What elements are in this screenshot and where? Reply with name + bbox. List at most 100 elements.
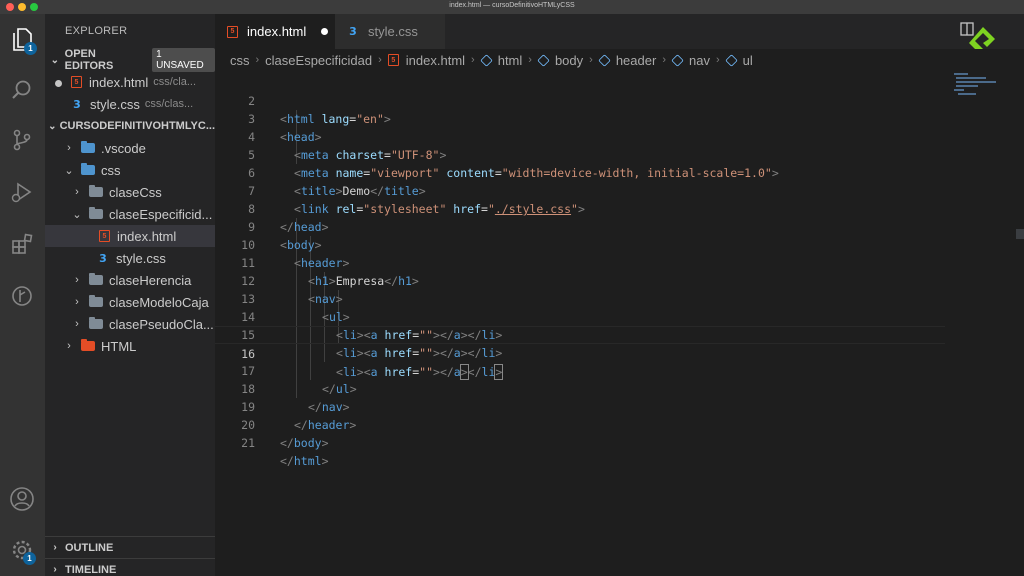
code-line: 2 <html lang="en"> — [215, 74, 945, 126]
tree-item-label: claseEspecificid... — [109, 206, 213, 222]
breadcrumb-item[interactable]: claseEspecificidad — [265, 53, 372, 68]
outline-section[interactable]: › OUTLINE — [45, 536, 215, 558]
tree-item-clasemodelocaja[interactable]: › claseModeloCaja — [45, 291, 215, 313]
tree-item-css[interactable]: ⌄ css — [45, 159, 215, 181]
tree-item-clasepseudoclases[interactable]: › clasePseudoCla... — [45, 313, 215, 335]
chevron-right-icon: › — [67, 340, 71, 352]
element-icon — [598, 53, 611, 67]
outline-label: OUTLINE — [65, 541, 114, 554]
element-icon — [479, 53, 493, 67]
open-editor-item[interactable]: 3 style.css css/clas... — [45, 93, 215, 115]
code-line-current: 16 <li><a href=""></a></li> — [215, 326, 945, 380]
tree-item-claseespecificidad[interactable]: ⌄ claseEspecificid... — [45, 203, 215, 225]
chevron-down-icon: ⌄ — [48, 120, 57, 132]
tree-item-clasecss[interactable]: › claseCss — [45, 181, 215, 203]
folder-icon — [89, 273, 103, 285]
extensions-icon[interactable] — [8, 230, 36, 258]
code-line: 4 <meta charset="UTF-8"> — [215, 110, 945, 162]
css-file-icon: 3 — [99, 251, 107, 265]
element-icon — [671, 53, 684, 67]
files-icon[interactable]: 1 — [8, 26, 37, 55]
chevron-right-icon: › — [528, 54, 532, 66]
breadcrumb-item[interactable]: index.html — [406, 53, 465, 68]
code-editor[interactable]: 2 <html lang="en"> 3 <head> 4 <meta char… — [215, 71, 1024, 576]
breadcrumb-item[interactable]: ul — [743, 53, 753, 68]
search-icon[interactable] — [8, 76, 36, 104]
chevron-right-icon: › — [53, 564, 57, 575]
open-editor-item[interactable]: 5 index.html css/cla... — [45, 71, 215, 93]
code-line: 21 </html> — [215, 416, 945, 468]
tree-item-label: HTML — [101, 338, 137, 354]
chevron-down-icon: ⌄ — [50, 54, 60, 66]
code-line: 17 </ul> — [215, 344, 945, 396]
tab-style-css[interactable]: 3 style.css — [335, 14, 445, 49]
tab-label: index.html — [247, 24, 307, 39]
code-line: 13 <ul> — [215, 272, 945, 324]
chevron-right-icon: › — [378, 54, 382, 66]
vertical-scrollbar[interactable] — [1016, 229, 1024, 239]
account-icon[interactable] — [8, 485, 36, 513]
code-line: 18 </nav> — [215, 362, 945, 414]
html-file-icon: 5 — [71, 76, 82, 88]
explorer-title: EXPLORER — [65, 25, 128, 37]
tab-label: style.css — [368, 24, 418, 39]
tree-item-label: claseHerencia — [109, 272, 192, 288]
chevron-right-icon: › — [255, 54, 260, 66]
folder-open-icon — [81, 163, 95, 175]
tree-item-html[interactable]: › HTML — [45, 335, 215, 357]
tree-item-label: css — [101, 162, 121, 178]
code-line: 20 </body> — [215, 398, 945, 450]
open-editor-name: style.css — [90, 96, 140, 112]
tree-item-claseherencia[interactable]: › claseHerencia — [45, 269, 215, 291]
chevron-right-icon: › — [471, 54, 475, 66]
chevron-right-icon: › — [53, 542, 57, 553]
code-line: 9 <body> — [215, 200, 945, 252]
chevron-right-icon: › — [589, 54, 593, 66]
folder-icon — [89, 317, 103, 329]
chevron-right-icon: › — [75, 318, 79, 330]
activity-bar: 1 1 — [0, 14, 45, 576]
tab-index-html[interactable]: 5 index.html — [215, 14, 335, 49]
open-editors-section[interactable]: ⌄ OPEN EDITORS 1 UNSAVED — [45, 48, 215, 72]
code-line: 5 <meta name="viewport" content="width=d… — [215, 128, 945, 180]
settings-badge: 1 — [23, 552, 36, 565]
minimap[interactable] — [952, 71, 1012, 101]
source-control-icon[interactable] — [8, 126, 36, 154]
unsaved-dot-icon[interactable] — [45, 75, 71, 90]
tree-item-label: style.css — [116, 250, 166, 266]
unsaved-dot-icon[interactable] — [321, 28, 329, 35]
open-editor-name: index.html — [89, 74, 149, 90]
code-line: 3 <head> — [215, 92, 945, 144]
chevron-right-icon: › — [75, 296, 79, 308]
html-file-icon: 5 — [227, 25, 238, 38]
workspace-section[interactable]: ⌄ CURSODEFINITIVOHTMLYC... — [45, 115, 215, 137]
tree-item-vscode[interactable]: › .vscode — [45, 137, 215, 159]
element-icon — [537, 53, 550, 67]
tree-item-label: claseCss — [109, 184, 162, 200]
breadcrumb-item[interactable]: nav — [689, 53, 710, 68]
folder-open-icon — [89, 207, 103, 219]
breadcrumb-item[interactable]: body — [555, 53, 583, 68]
css-file-icon: 3 — [73, 97, 81, 111]
chevron-right-icon: › — [75, 274, 79, 286]
tree-item-index-html[interactable]: 5 index.html — [45, 225, 215, 247]
folder-icon — [89, 295, 103, 307]
folder-icon — [89, 185, 103, 197]
code-line: 15 <li><a href=""></a></li> — [215, 308, 945, 360]
breadcrumb-item[interactable]: css — [230, 53, 250, 68]
breadcrumb-item[interactable]: header — [616, 53, 656, 68]
open-editor-path: css/cla... — [153, 76, 197, 88]
line-number: 21 — [241, 436, 255, 450]
breadcrumb-item[interactable]: html — [498, 53, 523, 68]
tree-item-style-css[interactable]: 3 style.css — [45, 247, 215, 269]
html-file-icon: 5 — [387, 54, 399, 66]
folder-icon — [81, 339, 95, 351]
settings-gear-icon[interactable]: 1 — [8, 536, 36, 565]
title-bar: index.html — cursoDefinitivoHTMLyCSS — [0, 0, 1024, 14]
editor-tab-bar: 5 index.html 3 style.css — [215, 14, 1024, 49]
timeline-section[interactable]: › TIMELINE — [45, 558, 215, 576]
chevron-right-icon: › — [67, 142, 71, 154]
run-debug-icon[interactable] — [8, 178, 36, 206]
tree-item-label: index.html — [117, 228, 177, 244]
git-graph-icon[interactable] — [8, 282, 36, 310]
